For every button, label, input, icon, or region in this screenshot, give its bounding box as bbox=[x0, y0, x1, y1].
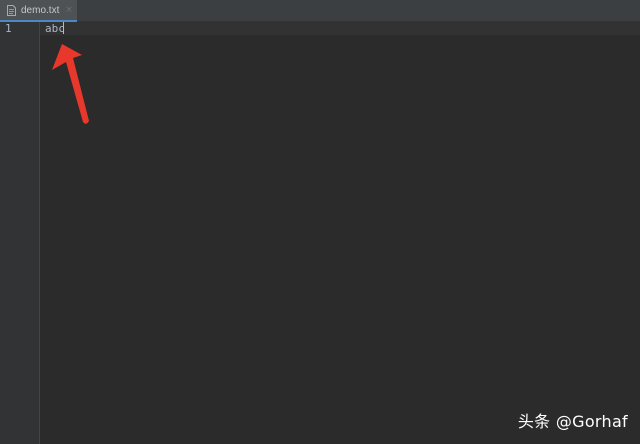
text-editor-area[interactable]: abc bbox=[40, 22, 640, 444]
current-line-highlight bbox=[40, 22, 640, 35]
close-icon[interactable]: × bbox=[65, 5, 73, 15]
code-line[interactable]: abc bbox=[45, 22, 65, 35]
tab-label: demo.txt bbox=[21, 4, 60, 16]
text-file-icon bbox=[7, 4, 16, 16]
line-number: 1 bbox=[5, 22, 12, 35]
line-number-gutter: 1 bbox=[0, 22, 40, 444]
watermark-text: 头条 @Gorhaf bbox=[517, 412, 628, 431]
text-caret bbox=[62, 22, 64, 34]
tab-demo-txt[interactable]: demo.txt × bbox=[0, 0, 77, 22]
editor-tab-bar: demo.txt × bbox=[0, 0, 640, 22]
